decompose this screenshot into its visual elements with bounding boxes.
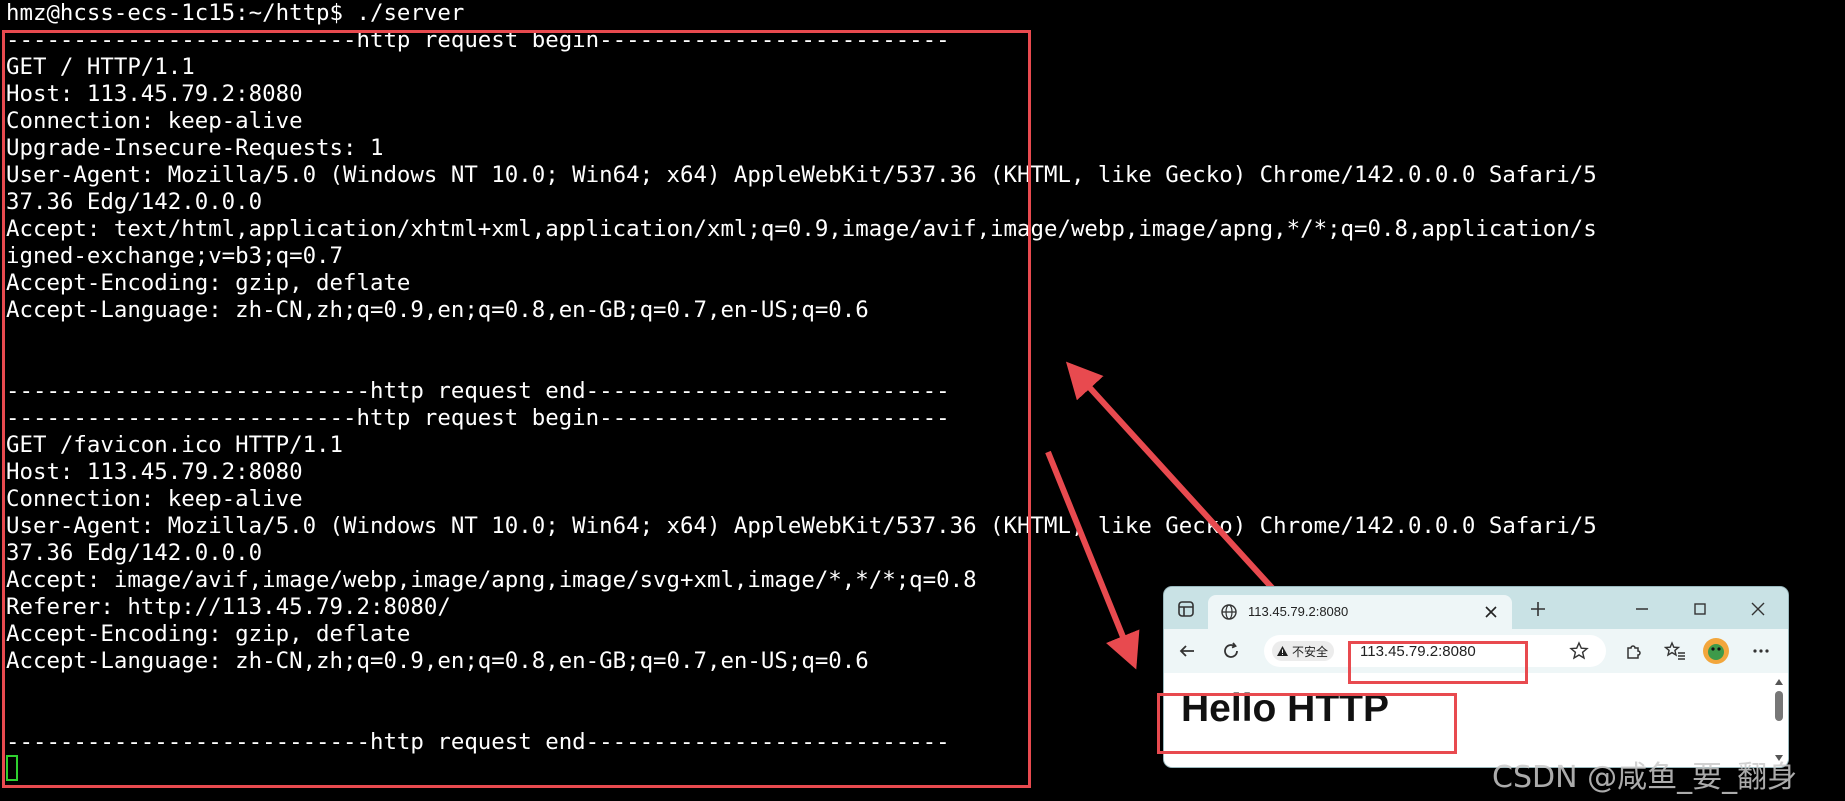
avatar-icon[interactable]: [1702, 637, 1730, 665]
warning-icon: [1276, 645, 1289, 657]
more-icon[interactable]: [1750, 640, 1772, 662]
extensions-icon[interactable]: [1622, 640, 1644, 662]
star-icon[interactable]: [1568, 640, 1590, 662]
highlight-box-heading: [1157, 693, 1457, 754]
plus-icon[interactable]: [1528, 599, 1548, 619]
minimize-icon[interactable]: [1632, 599, 1652, 619]
close-icon[interactable]: [1482, 603, 1500, 621]
favorites-icon[interactable]: [1664, 640, 1686, 662]
highlight-box-url: [1348, 641, 1528, 684]
arrow-to-favicon-request: [1045, 450, 1140, 670]
security-label: 不安全: [1292, 644, 1329, 659]
refresh-icon[interactable]: [1220, 640, 1242, 662]
watermark: CSDN @咸鱼_要_翻身: [1492, 760, 1798, 795]
security-indicator[interactable]: 不安全: [1272, 641, 1335, 661]
tab-bar: 113.45.79.2:8080: [1164, 587, 1788, 629]
back-arrow-icon[interactable]: [1176, 640, 1198, 662]
sidebar-icon[interactable]: [1176, 599, 1196, 619]
maximize-icon[interactable]: [1690, 599, 1710, 619]
globe-icon: [1220, 603, 1238, 621]
close-window-icon[interactable]: [1748, 599, 1768, 619]
tab-title: 113.45.79.2:8080: [1248, 604, 1349, 619]
scrollbar[interactable]: [1772, 677, 1786, 763]
tab-active[interactable]: 113.45.79.2:8080: [1208, 595, 1512, 629]
